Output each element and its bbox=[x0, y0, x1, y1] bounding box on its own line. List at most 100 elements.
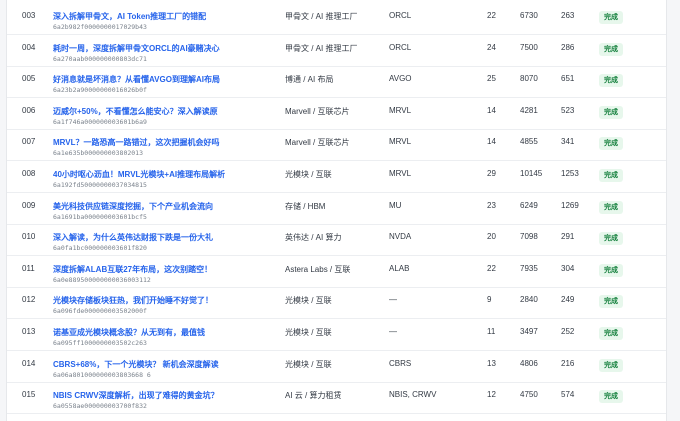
metric-c: 286 bbox=[561, 42, 575, 52]
metric-c: 651 bbox=[561, 74, 575, 84]
table-row: 009 美光科技供应链深度挖掘，下个产业机会流向 6a1691ba000000003… bbox=[7, 192, 666, 225]
status-badge: 完成 bbox=[599, 327, 623, 340]
table-row: 008 40小时呕心沥血！MRVL光模块+AI推理布局解析 6a192fd50000… bbox=[7, 160, 666, 193]
article-title-link[interactable]: MRVL？一路恐高一路错过，这次把握机会好吗 bbox=[53, 137, 220, 148]
article-title-link[interactable]: 深入拆解甲骨文，AI Token推理工厂的错配 bbox=[53, 11, 206, 22]
article-hash: 6a1f746a000000003601b6a9 bbox=[53, 117, 147, 126]
article-title-link[interactable]: 好消息就是坏消息？从看懂AVGO到理解AI布局 bbox=[53, 74, 220, 85]
article-hash: 6a1691ba000000003601bcf5 bbox=[53, 212, 147, 221]
row-number: 012 bbox=[22, 295, 36, 305]
status-badge: 完成 bbox=[599, 295, 623, 309]
ticker-label: NVDA bbox=[389, 232, 412, 242]
metric-b: 6249 bbox=[520, 200, 538, 210]
article-hash: 6a096fde000000003502000f bbox=[53, 307, 147, 316]
status-badge: 完成 bbox=[599, 137, 623, 151]
metric-a: 24 bbox=[487, 42, 496, 52]
article-title-link[interactable]: CBRS+68%，下一个光模块？ 新机会深度解读 bbox=[53, 359, 219, 370]
metric-b: 7935 bbox=[520, 263, 538, 273]
article-hash: 6a0558ae000000003700f832 bbox=[53, 402, 147, 411]
table-row: 011 深度拆解ALAB互联27年布局，这次别踏空！ 6a0e88950000000… bbox=[7, 255, 666, 288]
article-title-link[interactable]: 美光科技供应链深度挖掘，下个产业机会流向 bbox=[53, 201, 213, 212]
article-title-link[interactable]: 诺基亚成光模块概念股？从无到有，最值钱 bbox=[53, 327, 205, 338]
ticker-label: MRVL bbox=[389, 169, 412, 178]
row-number: 006 bbox=[22, 105, 36, 115]
table-row: 015 NBIS CRWV深度解析，出现了难得的黄金坑？ 6a0558ae00000… bbox=[7, 381, 666, 415]
metric-a: 22 bbox=[487, 263, 496, 273]
metric-b: 3497 bbox=[520, 327, 538, 336]
status-badge: 完成 bbox=[599, 390, 623, 404]
metric-a: 25 bbox=[487, 74, 496, 84]
status-badge: 完成 bbox=[599, 105, 623, 119]
metric-c: 304 bbox=[561, 263, 575, 273]
table-row: 004 耗时一周，深度拆解甲骨文ORCL的AI豪赌决心 6a270aab000000… bbox=[7, 34, 666, 67]
article-title-link[interactable]: 40小时呕心沥血！MRVL光模块+AI推理布局解析 bbox=[53, 169, 225, 180]
article-title-link[interactable]: 光模块存储板块狂热，我们开始睡不好觉了！ bbox=[53, 295, 213, 306]
status-badge: 完成 bbox=[599, 169, 623, 182]
metric-a: 14 bbox=[487, 105, 496, 115]
category-label: 光模块 / 互联 bbox=[285, 359, 332, 369]
metric-b: 4750 bbox=[520, 390, 538, 400]
metric-b: 4855 bbox=[520, 137, 538, 147]
status-badge: 完成 bbox=[599, 358, 623, 372]
article-title-link[interactable]: 耗时一周，深度拆解甲骨文ORCL的AI豪赌决心 bbox=[53, 43, 220, 54]
status-badge: 完成 bbox=[599, 200, 623, 214]
metric-b: 2840 bbox=[520, 295, 538, 305]
metric-c: 291 bbox=[561, 232, 575, 242]
metric-b: 4806 bbox=[520, 358, 538, 368]
category-label: 英伟达 / AI 算力 bbox=[285, 233, 342, 243]
category-label: 存储 / HBM bbox=[285, 201, 326, 211]
metric-b: 8070 bbox=[520, 74, 538, 84]
category-label: 甲骨文 / AI 推理工厂 bbox=[285, 12, 358, 21]
row-number: 003 bbox=[22, 11, 36, 20]
table-row: 010 深入解读，为什么英伟达财报下跌是一份大礼 6a0fa1bc000000003… bbox=[7, 223, 666, 257]
metric-c: 574 bbox=[561, 390, 575, 400]
ticker-label: AVGO bbox=[389, 74, 412, 84]
ticker-label: MU bbox=[389, 200, 402, 210]
category-label: Marvell / 互联芯片 bbox=[285, 138, 350, 148]
status-badge: 完成 bbox=[599, 42, 623, 56]
ticker-label: ORCL bbox=[389, 42, 412, 52]
metric-a: 23 bbox=[487, 200, 496, 210]
metric-c: 1253 bbox=[561, 169, 579, 178]
row-number: 011 bbox=[22, 263, 35, 273]
article-title-link[interactable]: NBIS CRWV深度解析，出现了难得的黄金坑？ bbox=[53, 390, 219, 401]
metric-a: 12 bbox=[487, 390, 496, 400]
article-hash: 6a0e889500000000036003112 bbox=[53, 275, 151, 284]
article-title-link[interactable]: 深入解读，为什么英伟达财报下跌是一份大礼 bbox=[53, 232, 213, 243]
ticker-label: MRVL bbox=[389, 105, 412, 115]
metric-a: 13 bbox=[487, 358, 496, 368]
row-number: 007 bbox=[22, 137, 36, 147]
category-label: AI 云 / 算力租赁 bbox=[285, 391, 342, 401]
ticker-label: MRVL bbox=[389, 137, 412, 147]
row-number: 014 bbox=[22, 358, 36, 368]
article-hash: 6a1e635b000000003802013 bbox=[53, 149, 144, 158]
article-hash: 6a095ff1000000003502c263 bbox=[53, 339, 147, 347]
metric-a: 29 bbox=[487, 169, 496, 178]
table-row: 012 光模块存储板块狂热，我们开始睡不好觉了！ 6a096fde000000003… bbox=[7, 286, 666, 320]
metric-b: 4281 bbox=[520, 105, 538, 115]
table-row: 014 CBRS+68%，下一个光模块？ 新机会深度解读 6a06a80100000… bbox=[7, 350, 666, 383]
metric-b: 10145 bbox=[520, 169, 543, 178]
metric-c: 341 bbox=[561, 137, 575, 147]
category-label: 光模块 / 互联 bbox=[285, 296, 332, 306]
status-badge: 完成 bbox=[599, 74, 623, 88]
metric-c: 216 bbox=[561, 358, 575, 368]
status-badge: 完成 bbox=[599, 263, 623, 277]
metric-a: 9 bbox=[487, 295, 492, 305]
table-row: 013 诺基亚成光模块概念股？从无到有，最值钱 6a095ff10000000035… bbox=[7, 318, 666, 351]
ticker-label: ALAB bbox=[389, 263, 410, 273]
article-title-link[interactable]: 迈威尔+50%，不看懂怎么能安心？深入解读原 bbox=[53, 106, 218, 117]
category-label: 光模块 / 互联 bbox=[285, 170, 332, 179]
ticker-label: — bbox=[389, 327, 397, 336]
ticker-label: NBIS, CRWV bbox=[389, 390, 437, 400]
article-hash: 6a270aab000000000803dc71 bbox=[53, 54, 147, 63]
row-number: 013 bbox=[22, 327, 36, 336]
table-row: 005 好消息就是坏消息？从看懂AVGO到理解AI布局 6a23b2a9000000… bbox=[7, 65, 666, 99]
metric-b: 6730 bbox=[520, 11, 538, 20]
category-label: Astera Labs / 互联 bbox=[285, 264, 351, 274]
metric-a: 22 bbox=[487, 11, 496, 20]
metric-a: 11 bbox=[487, 327, 496, 336]
article-hash: 6a2b982f0000000017029b43 bbox=[53, 23, 147, 31]
metric-c: 523 bbox=[561, 105, 575, 115]
article-title-link[interactable]: 深度拆解ALAB互联27年布局，这次别踏空！ bbox=[53, 264, 212, 275]
